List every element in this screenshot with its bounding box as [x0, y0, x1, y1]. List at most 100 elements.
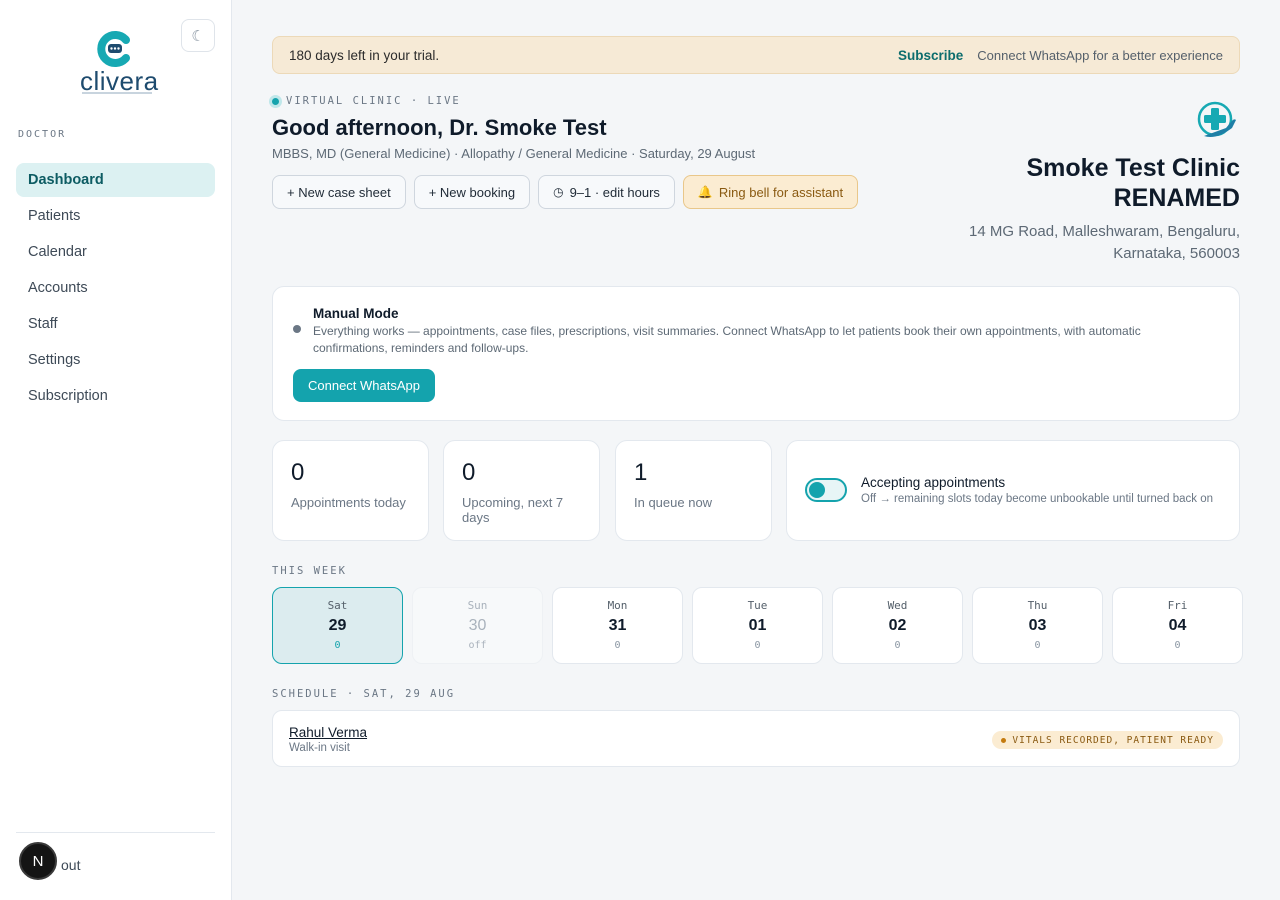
- day-number: 01: [748, 617, 767, 634]
- day-card-sun[interactable]: Sun 30 off: [412, 587, 543, 664]
- moon-icon: ☾: [191, 27, 205, 45]
- stat-value: 0: [291, 459, 305, 486]
- day-name: Sat: [327, 599, 348, 612]
- theme-toggle-button[interactable]: ☾: [181, 19, 215, 52]
- ring-bell-label: Ring bell for assistant: [718, 184, 844, 200]
- sidebar-item-dashboard[interactable]: Dashboard: [16, 163, 215, 197]
- week-strip: Sat 29 0 Sun 30 off Mon 31 0 Tue 01 0 We…: [272, 587, 1243, 664]
- day-count: 0: [614, 640, 621, 651]
- sidebar-item-accounts[interactable]: Accounts: [16, 271, 215, 305]
- clinic-info: Smoke Test Clinic RENAMED 14 MG Road, Ma…: [969, 100, 1240, 265]
- clinic-name: Smoke Test Clinic RENAMED: [969, 153, 1241, 213]
- live-dot-icon: [272, 97, 279, 105]
- sidebar-item-staff[interactable]: Staff: [16, 307, 215, 341]
- day-number: 30: [468, 617, 487, 634]
- status-dot-icon: [1001, 737, 1007, 743]
- clivera-logo-icon: [97, 31, 130, 67]
- manual-mode-title: Manual Mode: [313, 306, 399, 321]
- day-name: Mon: [607, 599, 628, 612]
- clinic-name-line1: Smoke Test Clinic: [1026, 154, 1241, 182]
- connect-whatsapp-button[interactable]: Connect WhatsApp: [293, 369, 435, 402]
- sidebar: ☾ clivera DOCTOR Dashboard Patients Cale…: [0, 0, 232, 900]
- new-case-sheet-button[interactable]: + New case sheet: [272, 175, 406, 209]
- accepting-subtitle: Off → remaining slots today become unboo…: [861, 493, 1214, 505]
- status-dot-icon: [293, 325, 301, 333]
- sidebar-divider: [16, 832, 215, 833]
- subscribe-link[interactable]: Subscribe: [898, 48, 963, 63]
- medical-cross-hand-icon: [1197, 101, 1236, 137]
- clinic-address-line2: Karnataka, 560003: [1113, 245, 1240, 262]
- day-card-mon[interactable]: Mon 31 0: [552, 587, 683, 664]
- sidebar-item-settings[interactable]: Settings: [16, 343, 215, 377]
- day-card-wed[interactable]: Wed 02 0: [832, 587, 963, 664]
- day-card-fri[interactable]: Fri 04 0: [1112, 587, 1243, 664]
- patient-name-link[interactable]: Rahul Verma: [289, 725, 367, 740]
- ring-bell-button[interactable]: 🔔 Ring bell for assistant: [682, 175, 859, 209]
- accepting-title: Accepting appointments: [861, 475, 1006, 490]
- main-content: 180 days left in your trial. Subscribe C…: [232, 0, 1280, 900]
- stat-value: 0: [462, 459, 476, 486]
- edit-hours-label: 9–1 · edit hours: [569, 184, 660, 200]
- visit-type: Walk-in visit: [289, 742, 350, 754]
- day-name: Thu: [1027, 599, 1048, 612]
- signout-link[interactable]: out: [61, 857, 80, 873]
- day-count: off: [468, 640, 487, 651]
- quick-actions: + New case sheet + New booking ◷ 9–1 · e…: [272, 175, 859, 209]
- day-card-tue[interactable]: Tue 01 0: [692, 587, 823, 664]
- trial-text: 180 days left in your trial.: [289, 47, 440, 63]
- trial-banner: 180 days left in your trial. Subscribe C…: [272, 36, 1240, 74]
- sidebar-item-calendar[interactable]: Calendar: [16, 235, 215, 269]
- day-number: 02: [888, 617, 907, 634]
- toggle-knob: [809, 482, 825, 498]
- live-status: VIRTUAL CLINIC · LIVE: [272, 95, 461, 107]
- avatar[interactable]: N: [19, 842, 57, 880]
- connect-whatsapp-link[interactable]: Connect WhatsApp for a better experience: [977, 48, 1223, 63]
- clock-icon: ◷: [553, 185, 564, 199]
- bell-icon: 🔔: [697, 185, 713, 199]
- stat-value: 1: [634, 459, 648, 486]
- edit-hours-button[interactable]: ◷ 9–1 · edit hours: [538, 175, 675, 209]
- day-count: 0: [1174, 640, 1181, 651]
- day-number: 31: [608, 617, 627, 634]
- clinic-address: 14 MG Road, Malleshwaram, Bengaluru, Kar…: [969, 221, 1240, 265]
- clinic-name-line2: RENAMED: [1113, 184, 1240, 212]
- day-number: 03: [1028, 617, 1047, 634]
- day-card-thu[interactable]: Thu 03 0: [972, 587, 1103, 664]
- sidebar-nav: Dashboard Patients Calendar Accounts Sta…: [16, 163, 215, 415]
- stat-upcoming: 0 Upcoming, next 7 days: [443, 440, 600, 541]
- this-week-label: THIS WEEK: [272, 565, 347, 577]
- status-badge: VITALS RECORDED, PATIENT READY: [992, 731, 1223, 749]
- accepting-appointments-toggle[interactable]: [805, 478, 847, 502]
- clivera-logo[interactable]: clivera: [76, 28, 158, 98]
- greeting-title: Good afternoon, Dr. Smoke Test: [272, 115, 607, 140]
- status-badge-label: VITALS RECORDED, PATIENT READY: [1012, 734, 1214, 746]
- stat-appointments-today: 0 Appointments today: [272, 440, 429, 541]
- stat-queue: 1 In queue now: [615, 440, 772, 541]
- live-label: VIRTUAL CLINIC · LIVE: [286, 95, 461, 107]
- schedule-label: SCHEDULE · SAT, 29 AUG: [272, 688, 456, 700]
- stat-label: Appointments today: [291, 495, 406, 510]
- accepting-appointments-card: Accepting appointments Off → remaining s…: [786, 440, 1240, 541]
- day-card-sat[interactable]: Sat 29 0: [272, 587, 403, 664]
- manual-mode-card: Manual Mode Everything works — appointme…: [272, 286, 1240, 421]
- clinic-address-line1: 14 MG Road, Malleshwaram, Bengaluru,: [969, 223, 1240, 240]
- sidebar-item-subscription[interactable]: Subscription: [16, 379, 215, 413]
- day-name: Sun: [467, 599, 488, 612]
- day-count: 0: [1034, 640, 1041, 651]
- day-name: Tue: [747, 599, 768, 612]
- day-name: Wed: [887, 599, 908, 612]
- day-count: 0: [754, 640, 761, 651]
- doctor-subline: MBBS, MD (General Medicine) · Allopathy …: [272, 146, 756, 161]
- logo-tagline: [82, 92, 152, 94]
- manual-mode-description: Everything works — appointments, case fi…: [313, 324, 1141, 355]
- role-label: DOCTOR: [18, 129, 67, 140]
- appointment-row[interactable]: Rahul Verma Walk-in visit VITALS RECORDE…: [272, 710, 1240, 767]
- sidebar-item-patients[interactable]: Patients: [16, 199, 215, 233]
- day-number: 29: [328, 617, 347, 634]
- day-name: Fri: [1167, 599, 1188, 612]
- day-number: 04: [1168, 617, 1187, 634]
- day-count: 0: [894, 640, 901, 651]
- new-booking-button[interactable]: + New booking: [413, 175, 531, 209]
- stat-label: Upcoming, next 7 days: [462, 495, 564, 525]
- day-count: 0: [334, 640, 341, 651]
